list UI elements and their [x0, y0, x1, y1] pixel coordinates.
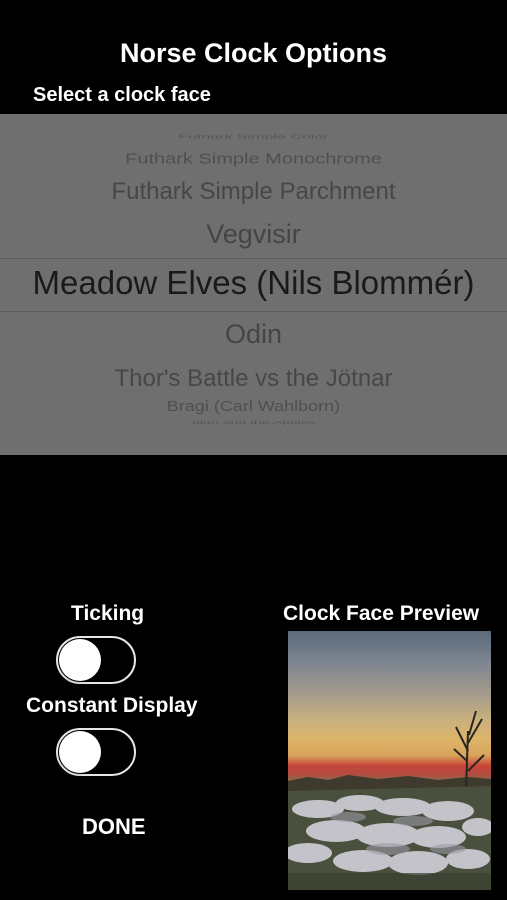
picker-item[interactable]: Futhark Simple Monochrome — [0, 151, 507, 168]
clock-face-picker[interactable]: Futhark Simple Color Futhark Simple Mono… — [0, 114, 507, 455]
done-button[interactable]: DONE — [82, 814, 146, 840]
ticking-toggle[interactable] — [56, 636, 136, 684]
picker-item-selected[interactable]: Meadow Elves (Nils Blommér) — [0, 264, 507, 302]
picker-item[interactable]: Idun and the Apples — [0, 419, 507, 425]
picker-item[interactable]: Odin — [0, 319, 507, 350]
preview-painting — [288, 710, 491, 890]
clock-face-preview-image — [288, 631, 491, 890]
picker-item[interactable]: Futhark Simple Parchment — [0, 178, 507, 206]
picker-item[interactable]: Bragi (Carl Wahlborn) — [0, 398, 507, 415]
toggle-knob — [59, 731, 101, 773]
picker-prompt: Select a clock face — [33, 84, 211, 106]
preview-label: Clock Face Preview — [283, 602, 480, 625]
ticking-label: Ticking — [71, 602, 145, 625]
page-title: Norse Clock Options — [119, 38, 388, 68]
picker-item[interactable]: Vegvisir — [0, 219, 507, 250]
picker-item[interactable]: Futhark Simple Color — [0, 134, 507, 140]
constant-display-toggle[interactable] — [56, 728, 136, 776]
toggle-knob — [59, 639, 101, 681]
constant-display-label: Constant Display — [26, 694, 198, 717]
picker-item[interactable]: Thor's Battle vs the Jötnar — [0, 365, 507, 393]
